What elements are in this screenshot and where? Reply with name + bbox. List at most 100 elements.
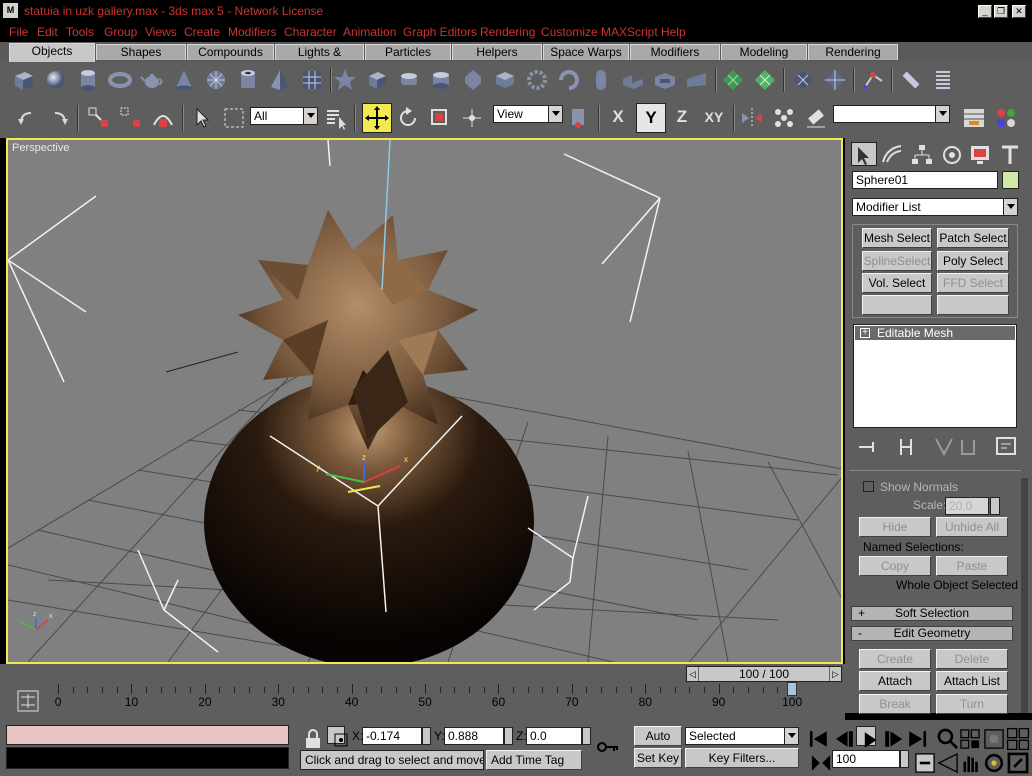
hide-button[interactable]: Hide — [859, 517, 931, 537]
z-coord-field[interactable]: 0.0 — [526, 727, 582, 745]
quad-patch-icon[interactable] — [790, 67, 816, 93]
paste-button[interactable]: Paste — [936, 556, 1008, 576]
select-manipulate-icon[interactable] — [459, 105, 485, 131]
array-icon[interactable] — [771, 105, 797, 131]
selection-filter-dropdown[interactable]: All — [250, 107, 318, 125]
utilities-panel-icon[interactable] — [997, 142, 1023, 168]
edit-geometry-rollout[interactable]: - Edit Geometry — [851, 626, 1013, 641]
field-of-view-icon[interactable] — [935, 750, 958, 774]
menu-edit[interactable]: Edit — [37, 25, 58, 39]
named-selection-dropdown[interactable] — [833, 105, 950, 123]
torus-knot-icon[interactable] — [524, 67, 550, 93]
restrict-x-button[interactable]: X — [607, 107, 629, 129]
time-slider[interactable]: ◁ 100 / 100 ▷ — [686, 666, 842, 682]
torus-icon[interactable] — [107, 67, 133, 93]
y-coord-field[interactable]: 0.888 — [444, 727, 504, 745]
key-mode-toggle-icon[interactable] — [808, 750, 831, 771]
cylinder-icon[interactable] — [75, 67, 101, 93]
cone-icon[interactable] — [171, 67, 197, 93]
close-button[interactable]: ✕ — [1012, 5, 1026, 18]
x-coord-field[interactable]: -0.174 — [362, 727, 422, 745]
gengon-icon[interactable] — [492, 67, 518, 93]
c-ext-icon[interactable] — [652, 67, 678, 93]
previous-frame-icon[interactable] — [832, 726, 853, 747]
next-frame-play-icon[interactable] — [880, 726, 903, 747]
pin-stack-icon[interactable] — [855, 434, 877, 454]
unhide-all-button[interactable]: Unhide All — [936, 517, 1008, 537]
modifier-list-dropdown[interactable]: Modifier List — [852, 198, 1018, 216]
go-to-end-icon[interactable] — [904, 726, 927, 747]
next-frame-icon[interactable]: ▷ — [829, 667, 841, 681]
menu-modifiers[interactable]: Modifiers — [228, 25, 277, 39]
use-pivot-center-icon[interactable] — [567, 105, 593, 131]
grid-patch-green-icon[interactable] — [752, 67, 778, 93]
copy-button[interactable]: Copy — [859, 556, 931, 576]
capsule-icon[interactable] — [588, 67, 614, 93]
current-frame-field[interactable]: 100 — [832, 750, 900, 768]
object-color-swatch[interactable] — [1002, 171, 1019, 189]
mirror-icon[interactable] — [739, 105, 765, 131]
track-view-icon[interactable] — [961, 105, 987, 131]
key-icon[interactable] — [595, 734, 623, 762]
show-end-result-icon[interactable] — [893, 434, 915, 455]
tube-icon[interactable] — [235, 67, 261, 93]
menu-file[interactable]: File — [9, 25, 28, 39]
select-and-rotate-icon[interactable] — [395, 105, 421, 131]
zoom-extents-icon[interactable] — [981, 726, 1004, 749]
ring-wave-icon[interactable] — [556, 67, 582, 93]
chevron-down-icon[interactable] — [784, 728, 798, 744]
attach-list-button[interactable]: Attach List — [936, 671, 1008, 691]
hierarchy-panel-icon[interactable] — [909, 142, 935, 168]
tape-helper-icon[interactable] — [898, 67, 924, 93]
prism-icon[interactable] — [684, 67, 710, 93]
poly-select-button[interactable]: Poly Select — [937, 251, 1009, 271]
teapot-icon[interactable] — [139, 67, 165, 93]
menu-help[interactable]: Help — [661, 25, 686, 39]
chevron-down-icon[interactable] — [548, 106, 562, 122]
chevron-down-icon[interactable] — [303, 108, 317, 124]
oil-tank-icon[interactable] — [428, 67, 454, 93]
timeline-ruler[interactable]: 0 10 20 30 40 50 60 70 80 90 100 — [50, 682, 840, 716]
bone-icon[interactable] — [860, 67, 886, 93]
restrict-xy-button[interactable]: XY — [700, 109, 728, 131]
scale-field[interactable]: 20.0 — [945, 497, 989, 515]
key-mode-dropdown[interactable]: Selected — [685, 727, 799, 745]
break-button[interactable]: Break — [859, 694, 931, 714]
zoom-icon[interactable] — [935, 726, 959, 750]
z-spinner[interactable] — [582, 727, 591, 745]
arc-rotate-icon[interactable] — [981, 750, 1004, 773]
undo-icon[interactable] — [14, 105, 40, 131]
create-button[interactable]: Create — [859, 649, 931, 669]
tri-patch-icon[interactable] — [822, 67, 848, 93]
add-time-tag-button[interactable]: Add Time Tag — [486, 750, 582, 770]
zoom-extents-all-icon[interactable] — [1005, 726, 1030, 751]
select-and-scale-icon[interactable] — [427, 105, 453, 131]
motion-panel-icon[interactable] — [939, 142, 965, 168]
zoom-all-icon[interactable] — [957, 726, 980, 749]
pan-hand-icon[interactable] — [957, 750, 978, 773]
tab-space-warps[interactable]: Space Warps — [543, 44, 629, 60]
spring-icon[interactable] — [930, 67, 956, 93]
key-filters-button[interactable]: Key Filters... — [685, 748, 799, 768]
maxscript-output-field[interactable] — [6, 747, 289, 769]
attach-button[interactable]: Attach — [859, 671, 931, 691]
rect-selection-region-icon[interactable] — [221, 105, 247, 131]
menu-rendering[interactable]: Rendering — [480, 25, 535, 39]
modify-panel-icon[interactable] — [879, 142, 905, 168]
tab-lights-cameras[interactable]: Lights & Cameras — [275, 44, 364, 74]
empty-modifier-button-1[interactable] — [862, 295, 932, 315]
time-configuration-icon[interactable] — [912, 750, 935, 773]
modifier-stack[interactable]: + Editable Mesh — [853, 324, 1017, 428]
tab-modifiers[interactable]: Modifiers — [630, 44, 720, 60]
select-and-move-icon[interactable] — [362, 103, 392, 133]
bind-space-warp-icon[interactable] — [150, 105, 176, 131]
chamfer-cyl-icon[interactable] — [396, 67, 422, 93]
maximize-viewport-icon[interactable] — [1005, 750, 1029, 774]
scale-spinner[interactable] — [990, 497, 1000, 515]
display-panel-icon[interactable] — [967, 142, 993, 168]
mesh-select-button[interactable]: Mesh Select — [862, 228, 932, 248]
tab-helpers[interactable]: Helpers — [452, 44, 542, 60]
tab-objects[interactable]: Objects — [9, 43, 95, 62]
remove-modifier-icon[interactable] — [955, 434, 977, 455]
tab-compounds[interactable]: Compounds — [187, 44, 274, 60]
